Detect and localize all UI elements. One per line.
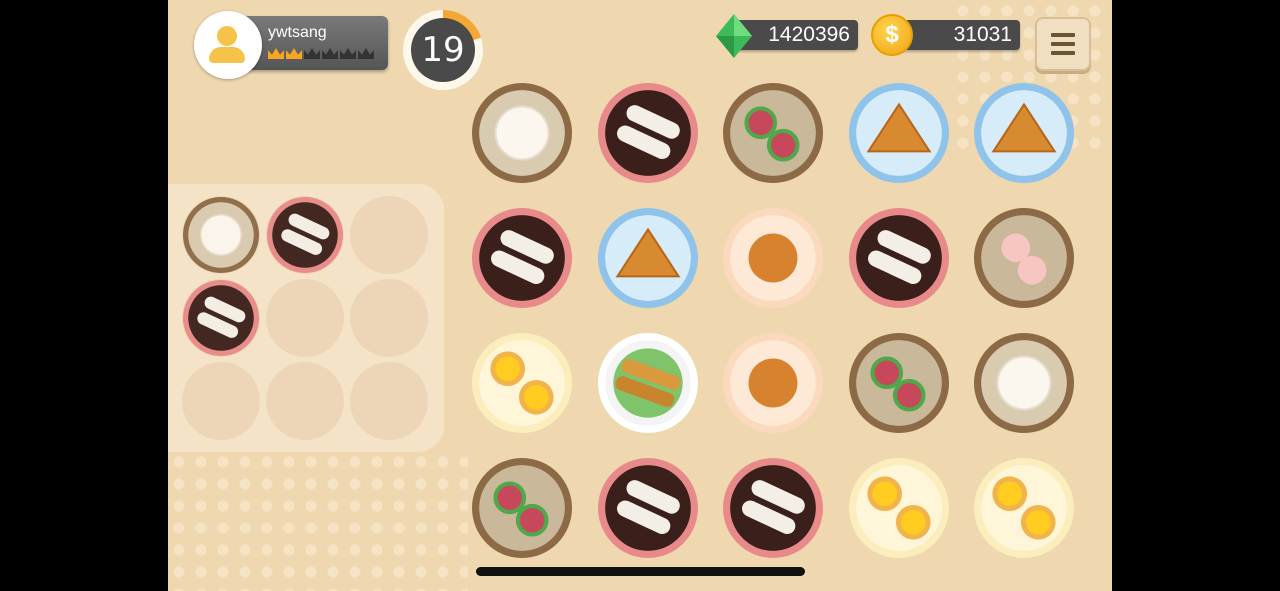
rank-crowns	[268, 48, 374, 59]
home-indicator[interactable]	[476, 567, 805, 576]
cheung-fun-plate-dish[interactable]	[471, 207, 573, 314]
cheung-fun-plate-dish	[182, 279, 260, 362]
tray-slot	[266, 362, 344, 440]
har-gow-basket-dish[interactable]	[973, 207, 1075, 314]
crown-icon	[286, 48, 302, 59]
crown-icon	[304, 48, 320, 59]
tray-slot	[350, 362, 428, 440]
hamburger-menu-icon[interactable]	[1035, 17, 1091, 71]
spring-roll-plate-dish[interactable]	[597, 332, 699, 439]
sesame-ball-plate-dish[interactable]	[722, 332, 824, 439]
green-gem-icon	[716, 14, 752, 58]
collection-tray	[168, 184, 444, 452]
crown-icon	[358, 48, 374, 59]
game-screen: ywtsang 19 1420396 $ 31031	[168, 0, 1112, 591]
bao-basket-dish	[182, 196, 260, 279]
cheung-fun-plate-dish[interactable]	[848, 207, 950, 314]
pepper-basket-dish[interactable]	[471, 457, 573, 564]
crown-icon	[340, 48, 356, 59]
countdown-timer: 19	[403, 10, 483, 90]
toast-plate-dish[interactable]	[973, 82, 1075, 189]
cheung-fun-plate-dish[interactable]	[597, 82, 699, 189]
player-username: ywtsang	[268, 24, 327, 41]
tray-slot	[350, 279, 428, 357]
player-card: ywtsang	[242, 16, 388, 70]
egg-tart-plate-dish[interactable]	[471, 332, 573, 439]
tray-slot	[266, 279, 344, 357]
crown-icon	[268, 48, 284, 59]
sesame-ball-plate-dish[interactable]	[722, 207, 824, 314]
egg-tart-plate-dish[interactable]	[973, 457, 1075, 564]
crown-icon	[322, 48, 338, 59]
egg-tart-plate-dish[interactable]	[848, 457, 950, 564]
pepper-basket-dish[interactable]	[722, 82, 824, 189]
user-avatar-icon[interactable]	[194, 11, 262, 79]
cheung-fun-plate-dish[interactable]	[597, 457, 699, 564]
toast-plate-dish[interactable]	[597, 207, 699, 314]
tray-slot	[350, 196, 428, 274]
bao-basket-dish[interactable]	[973, 332, 1075, 439]
tray-slot	[182, 362, 260, 440]
bao-basket-dish[interactable]	[471, 82, 573, 189]
cheung-fun-plate-dish[interactable]	[722, 457, 824, 564]
decor-dots	[168, 451, 468, 591]
timer-value: 19	[411, 18, 475, 82]
cheung-fun-plate-dish	[266, 196, 344, 279]
toast-plate-dish[interactable]	[848, 82, 950, 189]
gold-coin-icon: $	[871, 14, 913, 56]
pepper-basket-dish[interactable]	[848, 332, 950, 439]
gem-counter: 1420396	[734, 20, 858, 50]
